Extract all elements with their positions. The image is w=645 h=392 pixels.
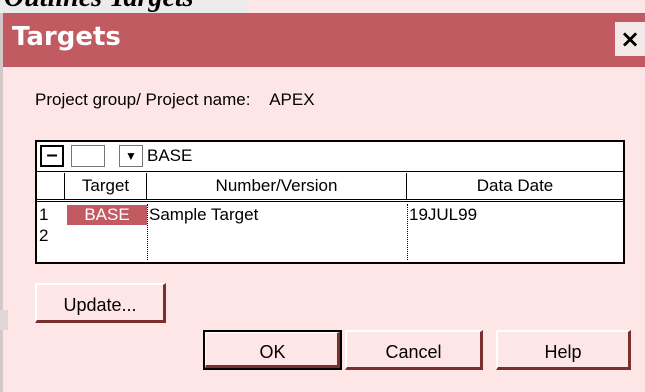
column-header-target[interactable]: Target xyxy=(65,173,147,199)
project-field: Project group/ Project name: APEX xyxy=(35,90,315,110)
number-version-cell[interactable]: Sample Target xyxy=(149,205,258,225)
cancel-button[interactable]: Cancel xyxy=(345,330,483,370)
table-row[interactable]: 2 xyxy=(37,226,623,246)
row-number: 1 xyxy=(39,205,49,224)
dialog-title: Targets xyxy=(12,22,121,52)
project-value: APEX xyxy=(269,90,315,109)
column-header-data-date[interactable]: Data Date xyxy=(407,173,623,199)
ok-button-label: OK xyxy=(259,342,286,362)
update-button[interactable]: Update... xyxy=(35,283,166,323)
grid-toolbar: – ▼ BASE xyxy=(37,142,623,172)
header-divider xyxy=(37,199,623,202)
column-header-rownum xyxy=(37,173,65,199)
row-number: 2 xyxy=(39,226,49,245)
target-cell[interactable]: BASE xyxy=(67,205,147,225)
target-value-input[interactable]: BASE xyxy=(147,146,192,166)
target-code-field[interactable] xyxy=(71,145,105,167)
title-bar: Targets × xyxy=(3,13,645,67)
data-date-cell[interactable]: 19JUL99 xyxy=(409,205,477,225)
close-icon[interactable]: × xyxy=(615,22,645,56)
left-edge xyxy=(0,13,3,392)
chevron-down-icon[interactable]: ▼ xyxy=(119,145,143,167)
help-button[interactable]: Help xyxy=(496,330,631,370)
page-heading: Outlines Targets xyxy=(0,0,248,13)
table-row[interactable]: 1 BASE Sample Target 19JUL99 xyxy=(37,205,623,225)
project-label: Project group/ Project name: xyxy=(35,90,251,109)
targets-grid: – ▼ BASE Target Number/Version Data Date… xyxy=(35,140,625,264)
edge-artifact xyxy=(0,310,8,330)
ok-button[interactable]: OK xyxy=(203,330,342,370)
remove-row-button[interactable]: – xyxy=(40,145,64,167)
column-header-number-version[interactable]: Number/Version xyxy=(147,173,407,199)
